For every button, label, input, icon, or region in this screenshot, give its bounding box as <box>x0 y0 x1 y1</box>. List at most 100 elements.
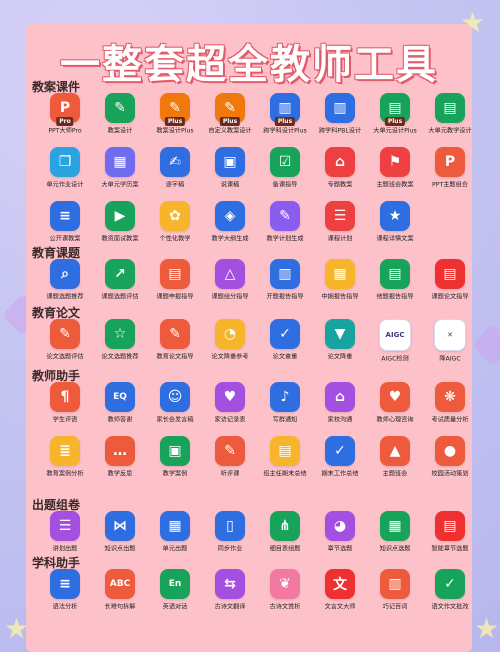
tool-item[interactable]: ◕ 章节选题 <box>313 511 367 554</box>
tool-item[interactable]: ☰ 课程计划 <box>313 201 367 244</box>
tool-item[interactable]: ▣ 教学案例 <box>148 436 202 479</box>
tool-item[interactable]: ▤ 结题报告指导 <box>368 259 422 302</box>
tool-item[interactable]: ⋈ 知识点出题 <box>93 511 147 554</box>
translate-icon: ⇆ <box>215 569 245 599</box>
tool-item[interactable]: ✎ Plus 自定义教案设计 <box>203 93 257 136</box>
tool-item[interactable]: ▤ Plus 大单元设计Plus <box>368 93 422 136</box>
tool-item[interactable]: ✎ 听评课 <box>203 436 257 479</box>
star-doc-icon-glyph: ☆ <box>113 326 127 342</box>
tool-item[interactable]: ↗ 课题选题评估 <box>93 259 147 302</box>
tool-item[interactable]: ✎ 教案设计 <box>93 93 147 136</box>
tool-item[interactable]: ▣ 说课稿 <box>203 147 257 190</box>
scroll-icon: 文 <box>325 569 355 599</box>
grammar-icon: ≡ <box>50 569 80 599</box>
tool-label: 班主任期末总结 <box>263 470 307 478</box>
tool-item[interactable]: △ 课题组分指导 <box>203 259 257 302</box>
tool-item[interactable]: ⇆ 古诗文翻译 <box>203 569 257 612</box>
tool-item[interactable]: ❐ 单元作业设计 <box>38 147 92 190</box>
tool-item[interactable]: AIGC AIGC检测 <box>368 319 422 364</box>
tool-item[interactable]: ◈ 教学大纲生成 <box>203 201 257 244</box>
tool-item[interactable]: ♥ 教师心理咨询 <box>368 382 422 425</box>
tool-item[interactable]: … 教学反思 <box>93 436 147 479</box>
tool-item[interactable]: ▥ 跨学科PBL设计 <box>313 93 367 136</box>
tool-item[interactable]: ▤ 智能章节选题 <box>423 511 477 554</box>
smart-doc-icon-glyph: ▤ <box>443 518 457 534</box>
tool-label: 大单元学历案 <box>101 181 139 189</box>
tool-label: 课程计划 <box>327 235 353 243</box>
tool-item[interactable]: ⌂ 专题教案 <box>313 147 367 190</box>
tool-item[interactable]: ▥ 开题报告指导 <box>258 259 312 302</box>
tool-item[interactable]: ✓ 论文查重 <box>258 319 312 362</box>
calendar-icon-glyph: ▦ <box>388 518 402 534</box>
tool-item[interactable]: ▤ 课题申报指导 <box>148 259 202 302</box>
tool-item[interactable]: ❦ 古诗文赏析 <box>258 569 312 612</box>
tool-item[interactable]: ≣ 教育案例分析 <box>38 436 92 479</box>
tool-item[interactable]: ABC 长难句拆解 <box>93 569 147 612</box>
tool-item[interactable]: ▦ 大单元学历案 <box>93 147 147 190</box>
tool-label: 开题报告指导 <box>266 293 304 301</box>
tool-item[interactable]: ♪ 写群通知 <box>258 382 312 425</box>
tool-item[interactable]: ⋔ 细目表组题 <box>258 511 312 554</box>
tool-item[interactable]: ≡ 语法分析 <box>38 569 92 612</box>
tool-item[interactable]: ▼ 论文降重 <box>313 319 367 362</box>
tool-item[interactable]: ☑ 备课指导 <box>258 147 312 190</box>
tool-item[interactable]: ▦ 单元出题 <box>148 511 202 554</box>
tool-item[interactable]: ☆ 论文选题推荐 <box>93 319 147 362</box>
tool-item[interactable]: ✎ 论文选题评估 <box>38 319 92 362</box>
tool-item[interactable]: ▲ 主题班会 <box>368 436 422 479</box>
stack-icon-glyph: ≣ <box>59 443 71 459</box>
tool-item[interactable]: ♥ 家访记录表 <box>203 382 257 425</box>
tool-item[interactable]: 文文言文大师 <box>313 569 367 612</box>
tool-item[interactable]: ≡ 公开课教案 <box>38 201 92 244</box>
tool-item[interactable]: ⌂ 家校沟通 <box>313 382 367 425</box>
units-icon-glyph: ▦ <box>168 518 182 534</box>
writing-icon-glyph: ✍ <box>169 154 181 170</box>
tool-item[interactable]: ¶ 学生评语 <box>38 382 92 425</box>
tool-item[interactable]: ◔ 论文降重参考 <box>203 319 257 362</box>
tool-item[interactable]: ▥ Plus 跨学科设计Plus <box>258 93 312 136</box>
tool-item[interactable]: ✓ 语文作文批改 <box>423 569 477 612</box>
tool-row: ❐ 单元作业设计 ▦ 大单元学历案 ✍ 逐字稿 ▣ 说课稿 ☑ 备课指导 ⌂ 专题教案 ⚑ 主题班会教案 P… <box>38 147 470 201</box>
tool-item[interactable]: P PPT主题组合 <box>423 147 477 190</box>
tool-item[interactable]: ▦ 知识点选题 <box>368 511 422 554</box>
units-icon: ▦ <box>160 511 190 541</box>
tool-item[interactable]: ▦ 中期报告指导 <box>313 259 367 302</box>
tool-item[interactable]: ▯ 同步作业 <box>203 511 257 554</box>
hands-heart-icon-glyph: ♥ <box>388 389 402 405</box>
tool-label: 教资面试教案 <box>101 235 139 243</box>
tool-item[interactable]: ✎ 教学计划生成 <box>258 201 312 244</box>
tool-item[interactable]: ⚑ 主题班会教案 <box>368 147 422 190</box>
tool-item[interactable]: P Pro PPT大师Pro <box>38 93 92 136</box>
tool-item[interactable]: EQ 教师答谢 <box>93 382 147 425</box>
open-book-icon: ❦ <box>270 569 300 599</box>
tool-item[interactable]: ✓ 期末工作总结 <box>313 436 367 479</box>
tool-item[interactable]: ❋ 考试质量分析 <box>423 382 477 425</box>
tool-item[interactable]: ★ 课程详情文案 <box>368 201 422 244</box>
pencil-doc-icon-glyph: ✎ <box>169 326 181 342</box>
paper-down-icon-glyph: ▼ <box>334 326 346 342</box>
tool-item[interactable]: ✎ Plus 教案设计Plus <box>148 93 202 136</box>
tool-item[interactable]: ● 校园活动策划 <box>423 436 477 479</box>
tool-item[interactable]: ▥ 巧记百词 <box>368 569 422 612</box>
document-icon-glyph: ▤ <box>168 266 182 282</box>
tool-item[interactable]: ✍ 逐字稿 <box>148 147 202 190</box>
tool-item[interactable]: ✎ 教育论文指导 <box>148 319 202 362</box>
grammar-icon-glyph: ≡ <box>59 576 71 592</box>
tool-label: 论文降重参考 <box>211 353 249 361</box>
heart-doc-icon: ♥ <box>215 382 245 412</box>
tool-item[interactable]: ▤ 课题论文指导 <box>423 259 477 302</box>
tool-item[interactable]: ☺ 家长会发言稿 <box>148 382 202 425</box>
tool-item[interactable]: ⌕ 课题选题推荐 <box>38 259 92 302</box>
tool-item[interactable]: En 英语对话 <box>148 569 202 612</box>
tool-item[interactable]: ▶ 教资面试教案 <box>93 201 147 244</box>
tool-item[interactable]: ✿ 个性化教学 <box>148 201 202 244</box>
tool-item[interactable]: ▤ 班主任期末总结 <box>258 436 312 479</box>
tool-item[interactable]: ☰ 讲划出题 <box>38 511 92 554</box>
aigc-icon: AIGC <box>379 319 411 351</box>
list-icon-glyph: ☰ <box>333 208 347 224</box>
tool-label: 古诗文赏析 <box>269 603 301 611</box>
pencil-ruler-icon-glyph: ✎ <box>224 100 236 116</box>
tool-item[interactable]: ▤ 大单元教学设计 <box>423 93 477 136</box>
tool-item[interactable]: ✕ 降AIGC <box>423 319 477 364</box>
balloon-icon-glyph: ● <box>443 443 457 459</box>
